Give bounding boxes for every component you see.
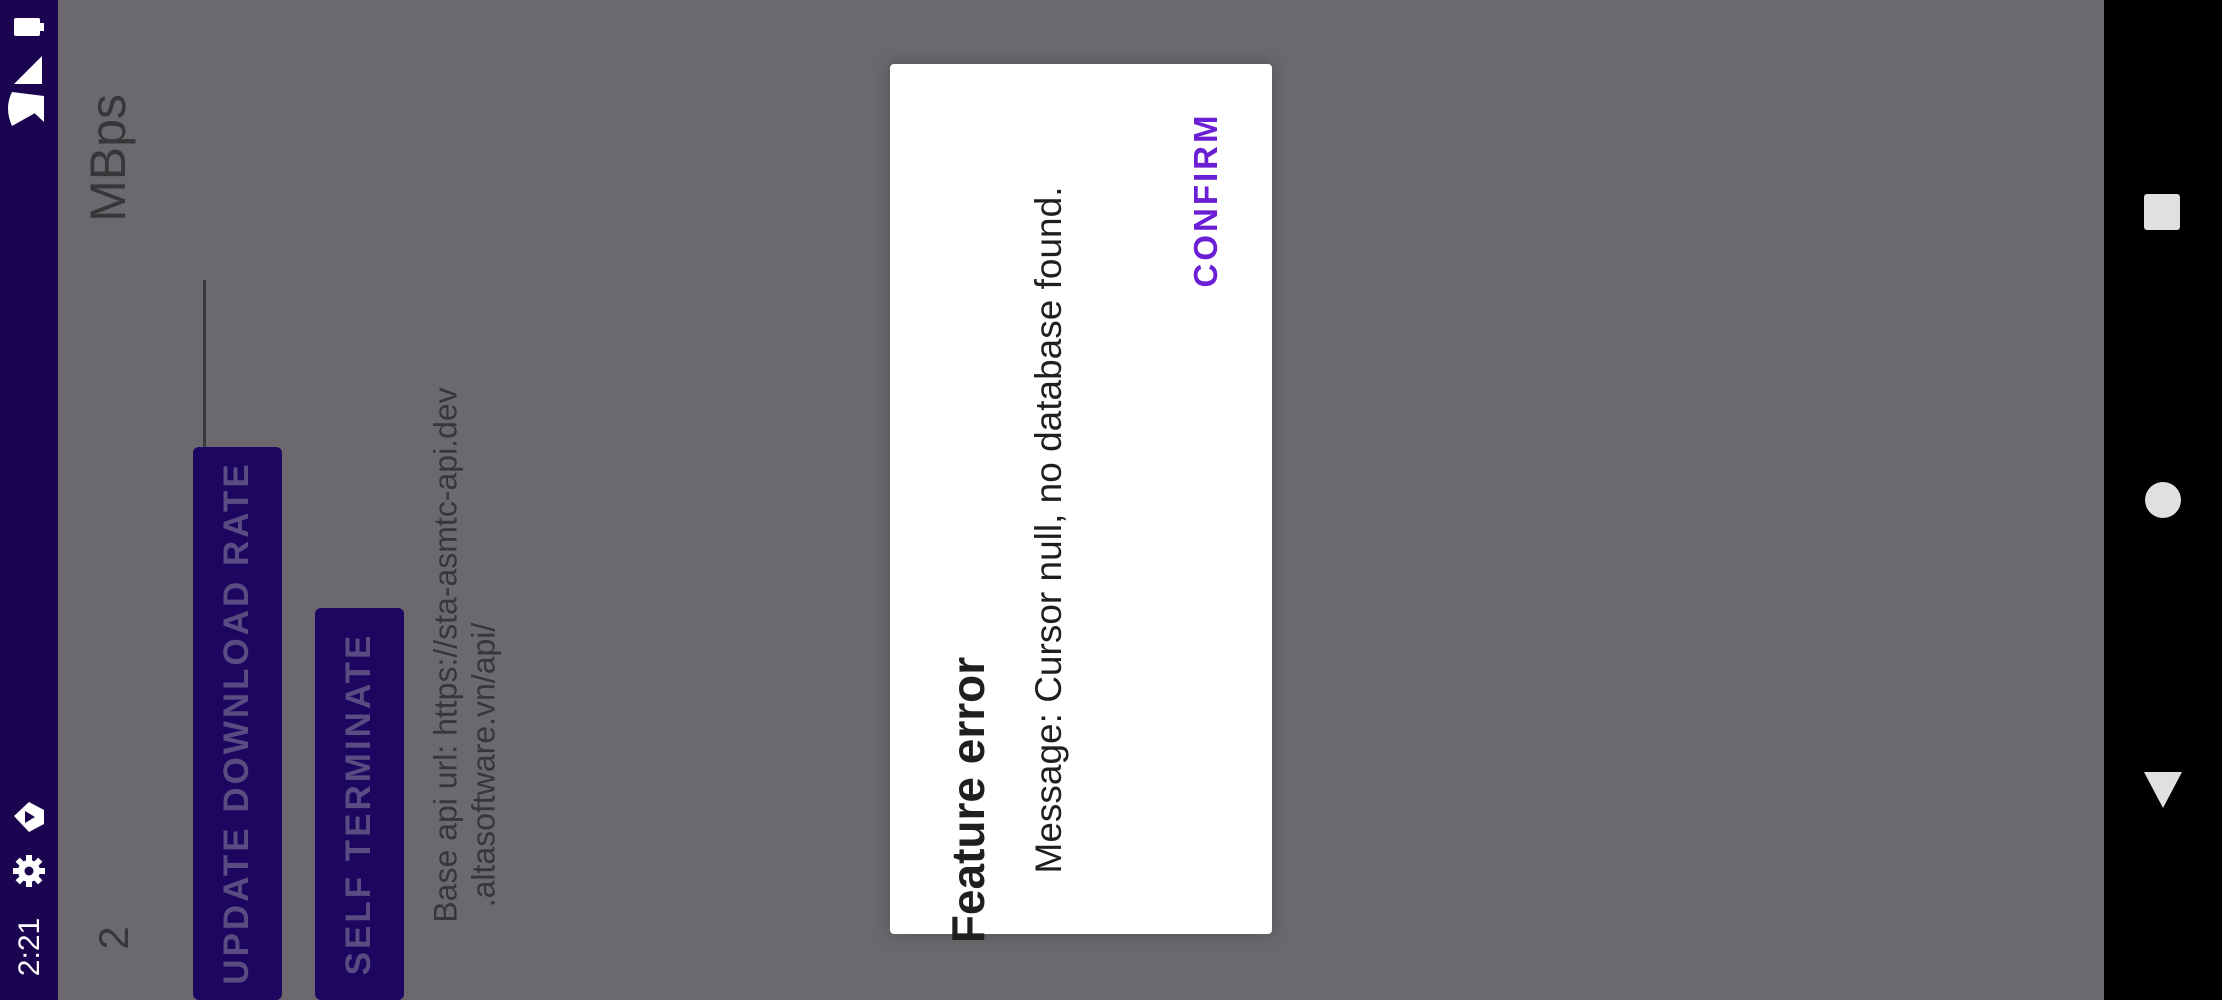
rate-input[interactable]: 2	[90, 926, 138, 949]
dialog-message: Message: Cursor null, no database found.	[1028, 186, 1069, 874]
signal-icon	[14, 56, 42, 84]
back-icon[interactable]	[2104, 760, 2222, 820]
base-url-line-1: Base api url: https://sta-asmtc-api.dev	[427, 387, 464, 923]
play-protect-icon	[14, 802, 44, 832]
rate-unit-label: MBps	[80, 94, 136, 222]
wifi-icon	[8, 92, 44, 126]
status-time: 2:21	[13, 917, 46, 977]
self-terminate-button[interactable]: SELF TERMINATE	[315, 608, 404, 1000]
battery-icon	[14, 18, 44, 36]
moon-icon	[22, 756, 30, 772]
update-download-rate-label: UPDATE DOWNLOAD RATE	[217, 461, 256, 985]
status-bar: 2:21	[0, 0, 58, 1000]
settings-icon	[13, 855, 45, 887]
self-terminate-label: SELF TERMINATE	[339, 632, 378, 976]
base-url-line-2: .altasoftware.vn/api/	[465, 622, 502, 908]
update-download-rate-button[interactable]: UPDATE DOWNLOAD RATE	[193, 447, 282, 1000]
nav-bar	[2104, 0, 2222, 1000]
recents-icon[interactable]	[2104, 182, 2222, 242]
home-icon[interactable]	[2104, 470, 2222, 530]
dialog-title: Feature error	[942, 656, 994, 944]
confirm-button[interactable]: CONFIRM	[1187, 113, 1225, 288]
error-dialog: Feature error Message: Cursor null, no d…	[890, 64, 1272, 943]
